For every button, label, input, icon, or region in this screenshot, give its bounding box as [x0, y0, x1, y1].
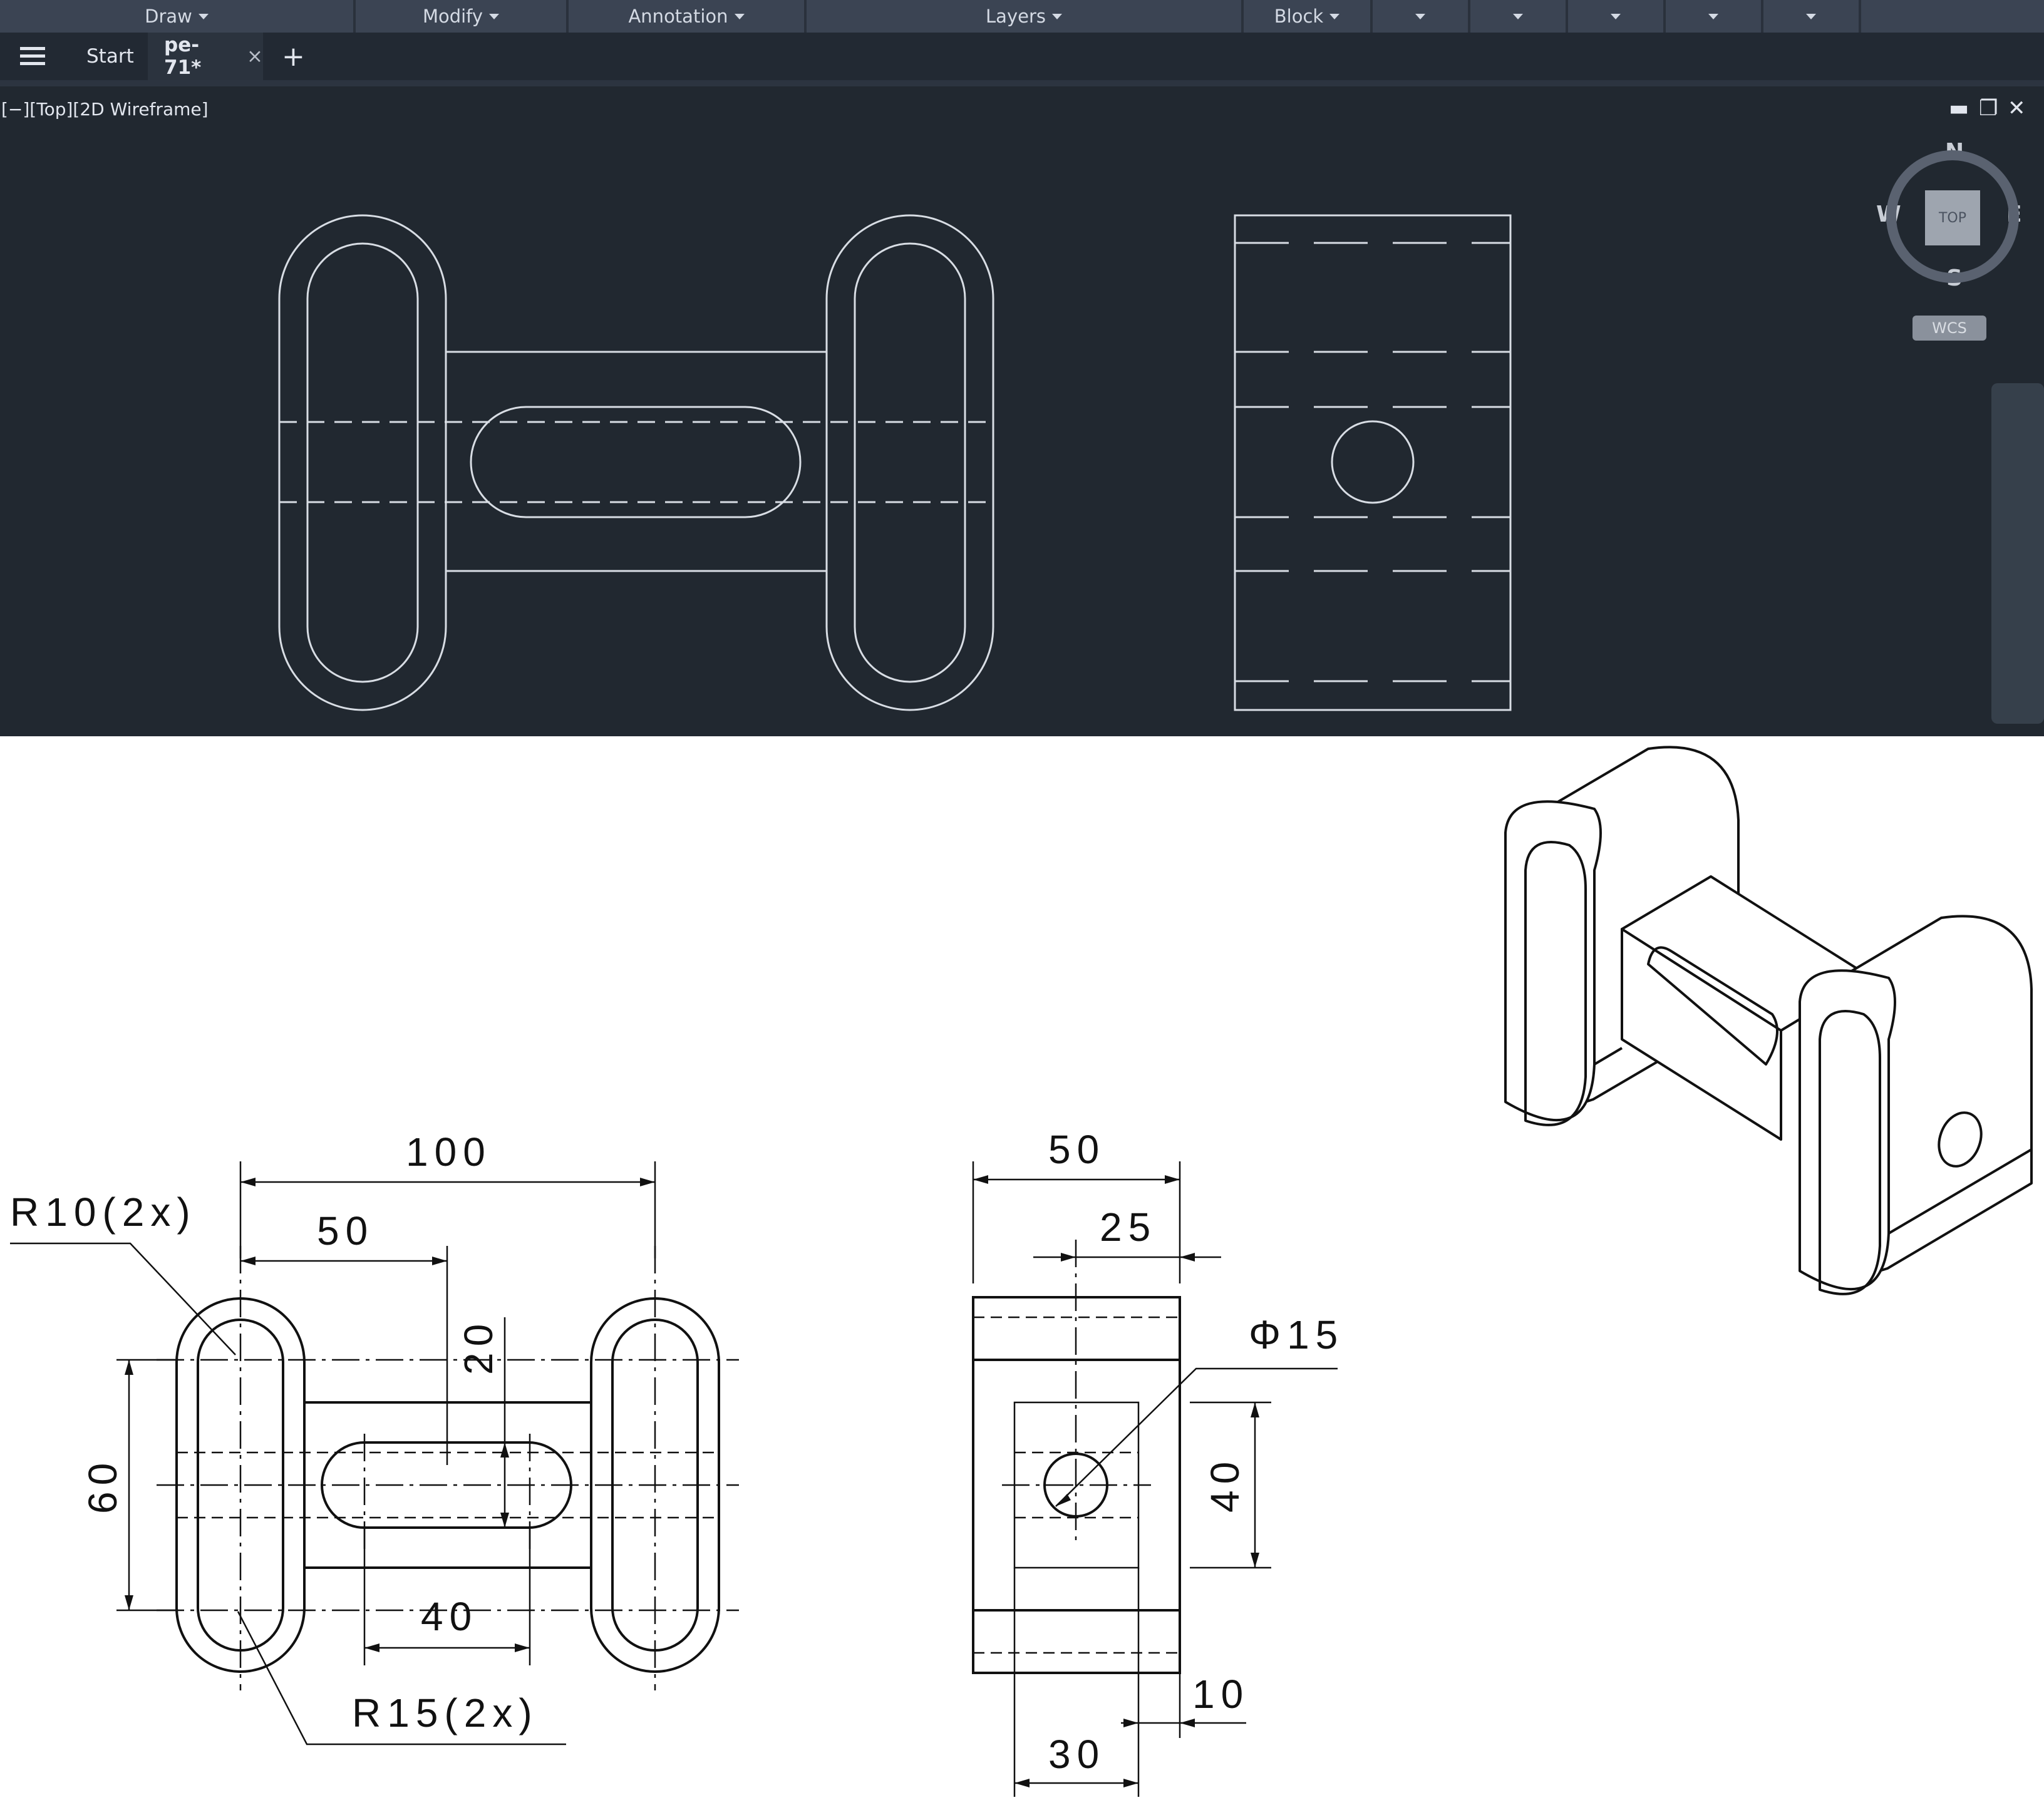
ribbon-annotation-label: Annotation	[628, 6, 728, 27]
ref-dimension-texts: 100 50 R10(2x) R15(2x) 40 50 25 Φ15 10 3…	[10, 1127, 1344, 1777]
chevron-down-icon	[489, 13, 500, 19]
ribbon-panel-8[interactable]	[1568, 0, 1666, 33]
viewcube-top-face[interactable]: TOP	[1925, 190, 1980, 245]
compass-north[interactable]: N	[1945, 139, 1964, 165]
ref-side-dimension-lines	[972, 1161, 1338, 1797]
isometric-view	[1504, 746, 2033, 1295]
chevron-down-icon	[198, 13, 209, 19]
wcs-menu-button[interactable]: WCS	[1912, 316, 1986, 341]
ribbon-annotation-panel[interactable]: Annotation	[569, 0, 807, 33]
chevron-down-icon	[1806, 13, 1816, 19]
ref-side-outline	[972, 1296, 1181, 1674]
dim-r15: R15(2x)	[352, 1690, 539, 1735]
close-viewport-icon[interactable]: ✕	[2008, 98, 2026, 119]
reference-side-view	[972, 1296, 1181, 1674]
ref-slot	[321, 1441, 572, 1529]
ref-hidden-lines	[177, 1451, 719, 1519]
plus-icon: +	[282, 40, 305, 73]
dim-60: 60	[80, 1457, 125, 1514]
new-tab-button[interactable]: +	[282, 33, 305, 80]
ribbon-layers-panel[interactable]: Layers	[807, 0, 1244, 33]
chevron-down-icon	[1708, 13, 1718, 19]
dim-50-top: 50	[317, 1208, 374, 1253]
chevron-down-icon	[1051, 13, 1062, 19]
dim-20: 20	[456, 1318, 501, 1375]
reference-front-view	[175, 1297, 720, 1673]
tab-start[interactable]: Start	[86, 33, 134, 80]
tab-pe-71[interactable]: pe-71* ×	[148, 33, 263, 80]
dim-40-slot: 40	[421, 1594, 478, 1639]
dim-30: 30	[1048, 1732, 1105, 1777]
ribbon-modify-panel[interactable]: Modify	[356, 0, 569, 33]
minimize-icon[interactable]: ▬	[1949, 98, 1969, 119]
viewport-controls-label[interactable]: [−][Top][2D Wireframe]	[1, 99, 209, 120]
ribbon-panel-9[interactable]	[1666, 0, 1763, 33]
tab-active-label: pe-71*	[164, 34, 202, 79]
ribbon-block-label: Block	[1274, 6, 1324, 27]
chevron-down-icon	[1513, 13, 1523, 19]
ribbon-draw-panel[interactable]: Draw	[0, 0, 356, 33]
navigation-bar[interactable]	[1991, 383, 2044, 724]
chevron-down-icon	[1611, 13, 1621, 19]
dim-10: 10	[1192, 1672, 1249, 1717]
ref-center-lines	[157, 1246, 739, 1690]
ref-left-boss-outer	[175, 1297, 306, 1673]
ref-side-arrows	[973, 1175, 1259, 1787]
compass-south[interactable]: S	[1946, 265, 1963, 291]
ref-right-boss-inner	[611, 1319, 699, 1652]
ribbon-panel-10[interactable]	[1763, 0, 1861, 33]
ref-front-arrows	[125, 1178, 655, 1652]
dim-40-side: 40	[1202, 1456, 1247, 1513]
ref-side-centers	[1002, 1240, 1151, 1540]
compass-west[interactable]: W	[1876, 202, 1901, 227]
file-tab-bar: Start pe-71* × +	[0, 33, 2044, 80]
autocad-window: Draw Modify Annotation Layers Block Star…	[0, 0, 2044, 1815]
ribbon-panel-7[interactable]	[1470, 0, 1568, 33]
ref-right-boss-outer	[590, 1297, 720, 1673]
close-tab-icon[interactable]: ×	[247, 45, 263, 68]
tab-start-label: Start	[86, 45, 134, 68]
ribbon-draw-label: Draw	[145, 6, 192, 27]
restore-icon[interactable]: ❐	[1979, 98, 1998, 119]
ribbon-panel-6[interactable]	[1373, 0, 1470, 33]
dim-100: 100	[406, 1129, 492, 1175]
chevron-down-icon	[734, 13, 745, 19]
ref-left-boss-inner	[197, 1319, 284, 1652]
ribbon-layers-label: Layers	[986, 6, 1046, 27]
dim-phi15: Φ15	[1249, 1312, 1344, 1357]
ribbon-block-panel[interactable]: Block	[1244, 0, 1373, 33]
ref-side-thin-lines	[1013, 1401, 1140, 1569]
ref-side-hidden	[973, 1316, 1180, 1654]
ref-front-dimension-lines	[10, 1161, 656, 1746]
dim-25: 25	[1100, 1205, 1157, 1250]
ribbon-panel-bar: Draw Modify Annotation Layers Block	[0, 0, 2044, 33]
chevron-down-icon	[1329, 13, 1340, 19]
hamburger-icon	[20, 47, 45, 65]
model-viewport[interactable]: [−][Top][2D Wireframe] ▬ ❐ ✕	[0, 80, 2044, 736]
ref-side-hole	[1043, 1453, 1108, 1518]
dim-50-side: 50	[1048, 1127, 1105, 1172]
ribbon-modify-label: Modify	[422, 6, 483, 27]
application-menu-button[interactable]	[19, 33, 46, 80]
compass-east[interactable]: E	[2006, 202, 2022, 227]
chevron-down-icon	[1415, 13, 1425, 19]
dim-r10: R10(2x)	[10, 1190, 197, 1235]
